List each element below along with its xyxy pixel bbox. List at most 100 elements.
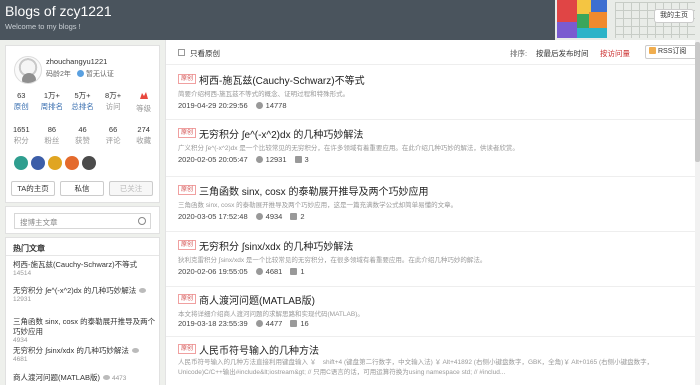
medal-icon[interactable] — [48, 156, 62, 170]
comment-icon — [290, 320, 298, 327]
article-views: 12931 — [265, 155, 287, 164]
back-to-home-button[interactable]: 我的主页 — [654, 9, 694, 23]
article-summary[interactable]: 三角函数 sinx, cosx 的泰勒展开推导及两个巧妙应用，这是一篇充满数学公… — [178, 199, 693, 209]
only-original-checkbox[interactable] — [178, 49, 185, 56]
stats-row-2: 1651 积分 86 粉丝 46 获赞 66 评论 274 收藏 — [6, 124, 159, 146]
back-label: 我的主页 — [660, 12, 688, 19]
article-summary[interactable]: 人民币符号输入的几种方法直接利用键盘输入 ￥ shift+4 (键盘第二行数字，… — [178, 358, 693, 380]
rss-label: RSS订阅 — [658, 48, 687, 55]
stat-label: 访问 — [105, 102, 121, 111]
stat-label: 总排名 — [71, 102, 94, 111]
private-message-button[interactable]: 私信 — [60, 181, 104, 196]
banner-block-green — [577, 14, 589, 28]
view-count-icon — [255, 268, 263, 275]
hot-article-views: 14514 — [13, 270, 32, 277]
profile-username[interactable]: zhouchangyu1221 — [46, 57, 107, 66]
stat-value: 66 — [108, 125, 118, 134]
avatar[interactable] — [14, 56, 42, 84]
stat-total-rank[interactable]: 5万+ 总排名 — [67, 90, 98, 114]
ta-homepage-button[interactable]: TA的主页 — [11, 181, 55, 196]
article-title[interactable]: 三角函数 sinx, cosx 的泰勒展开推导及两个巧妙应用 — [199, 183, 428, 198]
blog-search-input[interactable]: 搜博主文章 — [14, 213, 151, 229]
hot-article-item[interactable]: 柯西-施瓦兹(Cauchy-Schwarz)不等式 14514 — [13, 260, 158, 277]
banner-block-blue — [591, 0, 607, 12]
sort-by-views-link[interactable]: 按访问量 — [600, 48, 630, 59]
article-views: 4681 — [265, 267, 283, 276]
article-title[interactable]: 柯西-施瓦兹(Cauchy-Schwarz)不等式 — [199, 72, 365, 87]
hot-article-item[interactable]: 无穷积分 ∫sinx/xdx 的几种巧妙解法 4681 — [13, 346, 158, 363]
article-views: 4477 — [265, 319, 283, 328]
article-title[interactable]: 商人渡河问题(MATLAB版) — [199, 292, 315, 307]
stat-level[interactable]: 等级 — [128, 90, 159, 114]
comment-icon — [294, 156, 302, 163]
scrollbar-thumb[interactable] — [695, 42, 700, 162]
original-tag: 原创 — [178, 294, 196, 304]
list-toolbar: 只看原创 排序: 按最后发布时间 按访问量 RSS订阅 — [166, 40, 700, 65]
view-count-icon — [255, 102, 263, 109]
profile-tags: 码龄2年 暂无认证 — [46, 69, 114, 79]
article-summary[interactable]: 广义积分 ∫e^(-x^2)dx 是一个比较常见的无穷积分，在许多领域有着重要应… — [178, 142, 693, 152]
hot-article-item[interactable]: 三角函数 sinx, cosx 的泰勒展开推导及两个巧妙应用 4934 — [13, 317, 158, 344]
hot-article-title[interactable]: 无穷积分 ∫sinx/xdx 的几种巧妙解法 — [13, 346, 129, 355]
rss-icon — [649, 47, 656, 54]
stat-label: 评论 — [105, 136, 121, 145]
stat-value: 63 — [17, 91, 26, 100]
blog-title[interactable]: Blogs of zcy1221 — [5, 3, 112, 19]
stat-points: 1651 积分 — [6, 124, 37, 146]
stat-fans[interactable]: 86 粉丝 — [37, 124, 68, 146]
article-title[interactable]: 无穷积分 ∫e^(-x^2)dx 的几种巧妙解法 — [199, 126, 363, 141]
hot-article-title[interactable]: 无穷积分 ∫e^(-x^2)dx 的几种巧妙解法 — [13, 286, 136, 295]
sidebar: zhouchangyu1221 码龄2年 暂无认证 63 原创 1万+ 周排名 5万+… — [0, 40, 160, 385]
only-original-label[interactable]: 只看原创 — [190, 48, 220, 59]
article-item: 原创 柯西-施瓦兹(Cauchy-Schwarz)不等式 简要介绍柯西-施瓦兹不… — [166, 66, 700, 120]
search-icon[interactable] — [138, 217, 146, 225]
hot-article-item[interactable]: 商人渡河问题(MATLAB版) 4473 — [13, 373, 158, 384]
search-card: 搜博主文章 — [5, 206, 160, 234]
article-meta: 2020-03-05 17:52:48 4934 2 — [178, 212, 305, 221]
article-summary[interactable]: 简要介绍柯西-施瓦兹不等式的概念、证明过程和特殊形式。 — [178, 88, 693, 98]
article-date: 2019-03-18 23:55:39 — [178, 319, 248, 328]
article-title[interactable]: 人民币符号输入的几种方法 — [199, 342, 319, 357]
sort-by-time-link[interactable]: 按最后发布时间 — [536, 48, 589, 59]
stat-week-rank[interactable]: 1万+ 周排名 — [37, 90, 68, 114]
article-summary[interactable]: 本文将详细介绍商人渡河问题的求解思路和实现代码(MATLAB)。 — [178, 308, 693, 318]
eye-icon — [102, 375, 110, 380]
article-title[interactable]: 无穷积分 ∫sinx/xdx 的几种巧妙解法 — [199, 238, 353, 253]
medal-icon[interactable] — [82, 156, 96, 170]
article-date: 2019-04-29 20:29:56 — [178, 101, 248, 110]
hot-article-title[interactable]: 三角函数 sinx, cosx 的泰勒展开推导及两个巧妙应用 — [13, 317, 158, 337]
stat-original[interactable]: 63 原创 — [6, 90, 37, 114]
original-tag: 原创 — [178, 185, 196, 195]
header-banner: 我的主页 — [555, 0, 700, 40]
medal-icon[interactable] — [65, 156, 79, 170]
stat-likes: 46 获赞 — [67, 124, 98, 146]
level-badge-icon — [139, 92, 148, 99]
rss-button[interactable]: RSS订阅 — [645, 45, 697, 59]
verify-icon — [76, 70, 84, 77]
profile-verification: 暂无认证 — [85, 71, 114, 78]
followed-button[interactable]: 已关注 — [109, 181, 153, 196]
article-date: 2020-03-05 17:52:48 — [178, 212, 248, 221]
view-count-icon — [255, 213, 263, 220]
stat-label: 收藏 — [136, 136, 152, 145]
banner-block-red — [557, 0, 577, 22]
medal-icon[interactable] — [14, 156, 28, 170]
hot-article-title[interactable]: 商人渡河问题(MATLAB版) — [13, 373, 100, 382]
article-summary[interactable]: 狄利克雷积分 ∫sinx/xdx 是一个比较常见的无穷积分，在很多领域有着重要应… — [178, 254, 693, 264]
stat-comments: 66 评论 — [98, 124, 129, 146]
stat-label: 原创 — [13, 102, 29, 111]
view-count-icon — [255, 320, 263, 327]
article-views: 4934 — [265, 212, 283, 221]
profile-card: zhouchangyu1221 码龄2年 暂无认证 63 原创 1万+ 周排名 5万+… — [5, 45, 160, 203]
banner-block-purple — [557, 22, 577, 38]
stats-row-1: 63 原创 1万+ 周排名 5万+ 总排名 8万+ 访问 等级 — [6, 90, 159, 114]
profile-actions: TA的主页 私信 已关注 — [11, 181, 153, 196]
article-item: 原创 商人渡河问题(MATLAB版) 本文将详细介绍商人渡河问题的求解思路和实现… — [166, 287, 700, 337]
article-item: 原创 无穷积分 ∫sinx/xdx 的几种巧妙解法 狄利克雷积分 ∫sinx/x… — [166, 232, 700, 287]
article-date: 2020-02-05 20:05:47 — [178, 155, 248, 164]
article-item: 原创 三角函数 sinx, cosx 的泰勒展开推导及两个巧妙应用 三角函数 s… — [166, 177, 700, 232]
hot-article-item[interactable]: 无穷积分 ∫e^(-x^2)dx 的几种巧妙解法 12931 — [13, 286, 158, 303]
article-comments: 3 — [304, 155, 309, 164]
medal-icon[interactable] — [31, 156, 45, 170]
hot-article-title[interactable]: 柯西-施瓦兹(Cauchy-Schwarz)不等式 — [13, 260, 158, 270]
